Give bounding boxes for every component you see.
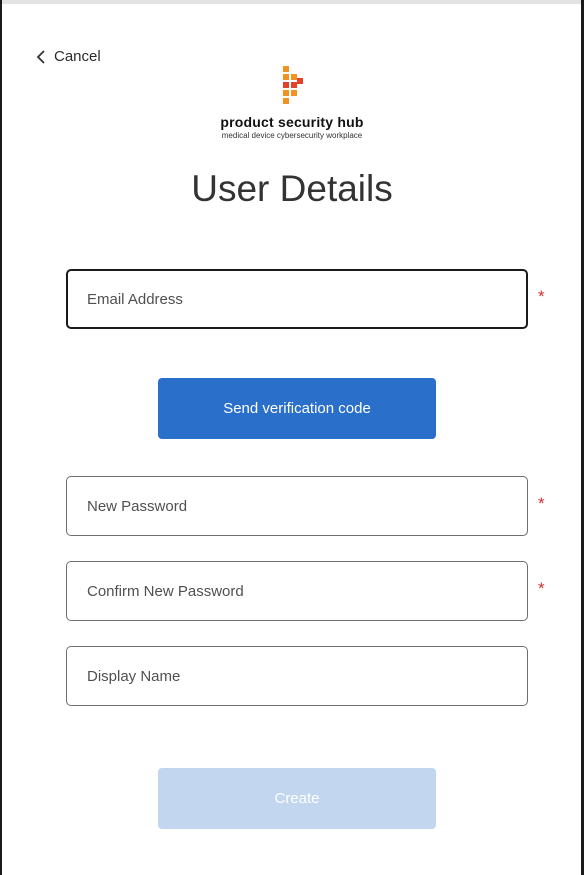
display-name-field[interactable]: [66, 646, 528, 706]
page-title: User Details: [191, 168, 393, 209]
email-field[interactable]: [66, 269, 528, 329]
create-button[interactable]: Create: [158, 768, 436, 829]
brand-name: product security hub: [220, 114, 364, 130]
cancel-link[interactable]: Cancel: [36, 48, 101, 65]
email-required-marker: *: [538, 287, 545, 306]
send-verification-code-button[interactable]: Send verification code: [158, 378, 436, 439]
signup-page: Cancel product security hub medical devi…: [0, 0, 584, 875]
new-password-required-marker: *: [538, 494, 545, 513]
cancel-label: Cancel: [54, 48, 101, 65]
new-password-field[interactable]: [66, 476, 528, 536]
confirm-password-field[interactable]: [66, 561, 528, 621]
brand-tagline: medical device cybersecurity workplace: [221, 131, 363, 140]
chevron-left-icon: [36, 49, 46, 64]
brand-logo-icon: [283, 66, 303, 104]
brand-logo: product security hub medical device cybe…: [0, 66, 584, 140]
confirm-password-required-marker: *: [538, 579, 545, 598]
top-border: [0, 0, 584, 4]
